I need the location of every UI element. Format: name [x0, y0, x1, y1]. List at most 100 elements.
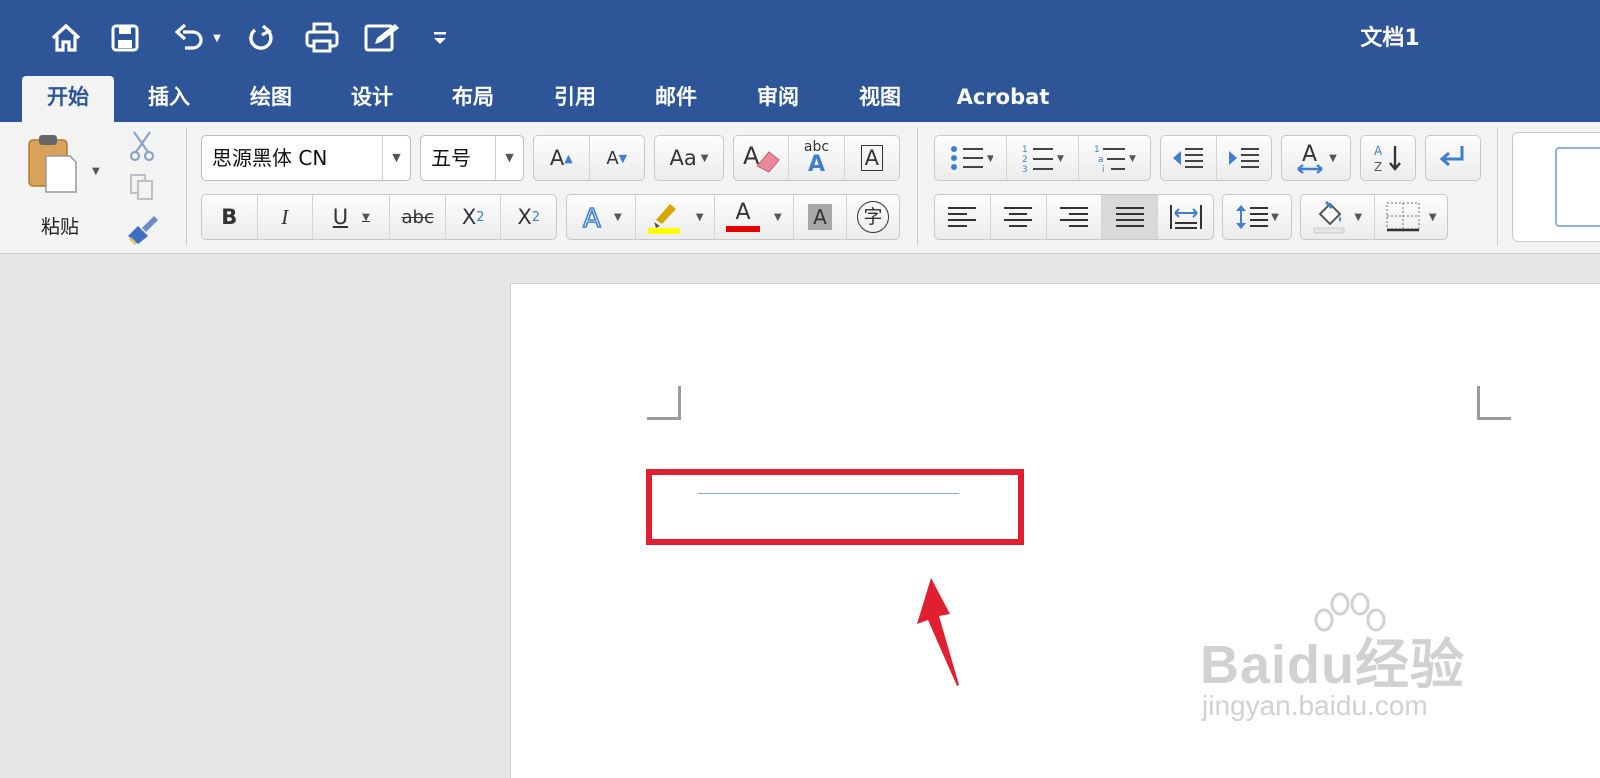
- tab-references[interactable]: 引用: [540, 76, 610, 122]
- font-size-select[interactable]: 五号 ▼: [420, 135, 524, 181]
- format-painter-icon[interactable]: [124, 214, 160, 246]
- customize-icon[interactable]: [428, 18, 452, 58]
- line-spacing-button[interactable]: ▼: [1223, 195, 1291, 239]
- highlight-color-button[interactable]: ▼: [636, 195, 715, 239]
- svg-text:A: A: [1374, 144, 1383, 158]
- styles-gallery[interactable]: [1512, 132, 1600, 242]
- enclose-characters-button[interactable]: 字: [847, 195, 899, 239]
- font-family-select[interactable]: 思源黑体 CN ▼: [201, 135, 411, 181]
- print-icon[interactable]: [302, 18, 342, 58]
- tab-view[interactable]: 视图: [845, 76, 915, 122]
- indent-group: [1160, 135, 1272, 181]
- paste-dropdown-icon[interactable]: ▼: [92, 166, 100, 177]
- strikethrough-button[interactable]: abc: [390, 195, 446, 239]
- bold-button[interactable]: B: [202, 195, 258, 239]
- svg-text:1: 1: [1094, 145, 1100, 155]
- tab-mailings[interactable]: 邮件: [641, 76, 711, 122]
- justify-button[interactable]: [1102, 195, 1159, 239]
- tab-review[interactable]: 审阅: [743, 76, 813, 122]
- change-case-button[interactable]: Aa ▼: [655, 136, 723, 180]
- clear-format-group: A abc A A: [733, 135, 900, 181]
- edit-icon[interactable]: [362, 18, 402, 58]
- phonetic-guide-button[interactable]: abc A: [789, 136, 845, 180]
- character-border-label: A: [860, 145, 883, 171]
- borders-button[interactable]: ▼: [1375, 195, 1448, 239]
- shading-button[interactable]: ▼: [1301, 195, 1375, 239]
- decrease-indent-icon: [1173, 148, 1204, 168]
- svg-text:A: A: [583, 204, 601, 232]
- watermark: Baidu经验 jingyan.baidu.com: [1200, 590, 1500, 730]
- enclose-label: 字: [856, 201, 889, 233]
- text-direction-button[interactable]: A ▼: [1282, 136, 1350, 180]
- tab-layout[interactable]: 布局: [438, 76, 508, 122]
- justify-icon: [1115, 207, 1144, 227]
- list-group: ▼ 1 2 3 ▼ 1 a i ▼: [934, 135, 1151, 181]
- tab-draw[interactable]: 绘图: [236, 76, 306, 122]
- align-right-icon: [1059, 207, 1088, 227]
- align-center-icon: [1004, 207, 1033, 227]
- bullets-button[interactable]: ▼: [935, 136, 1007, 180]
- tab-acrobat[interactable]: Acrobat: [946, 76, 1060, 122]
- distributed-button[interactable]: [1158, 195, 1213, 239]
- home-icon[interactable]: [48, 18, 84, 58]
- align-left-button[interactable]: [935, 195, 991, 239]
- italic-button[interactable]: I: [258, 195, 314, 239]
- font-style-group: B I U ▼ abc X2 X2: [201, 194, 557, 240]
- redo-icon[interactable]: [244, 18, 278, 58]
- decrease-indent-button[interactable]: [1161, 136, 1217, 180]
- highlighter-icon: [647, 204, 680, 234]
- distributed-icon: [1169, 205, 1202, 229]
- change-case-group: Aa ▼: [654, 135, 724, 181]
- tab-home[interactable]: 开始: [22, 76, 114, 122]
- font-color-button[interactable]: A ▼: [715, 195, 794, 239]
- show-formatting-marks-button[interactable]: [1426, 136, 1480, 180]
- divider: [917, 128, 918, 246]
- underline-button[interactable]: U ▼: [313, 195, 391, 239]
- strikethrough-label: abc: [401, 206, 434, 228]
- multilevel-list-button[interactable]: 1 a i ▼: [1079, 136, 1150, 180]
- tab-insert[interactable]: 插入: [134, 76, 204, 122]
- svg-text:a: a: [1098, 155, 1104, 165]
- sort-button[interactable]: AZ: [1361, 136, 1415, 180]
- subscript-button[interactable]: X2: [446, 195, 502, 239]
- cut-icon[interactable]: [126, 130, 158, 162]
- svg-text:2: 2: [1022, 155, 1028, 165]
- subscript-label: X: [461, 205, 477, 229]
- style-thumbnail[interactable]: [1555, 147, 1600, 227]
- grow-font-button[interactable]: A ▲: [534, 136, 590, 180]
- chevron-down-icon[interactable]: ▼: [382, 136, 410, 180]
- ribbon: ▼ 粘贴 思源黑体 CN ▼ 五号 ▼ A ▲ A ▼ Aa ▼ A abc A A …: [0, 122, 1600, 254]
- clear-formatting-button[interactable]: A: [734, 136, 790, 180]
- paste-button[interactable]: ▼ 粘贴: [22, 132, 106, 238]
- character-shading-label: A: [808, 204, 832, 230]
- text-effects-button[interactable]: A ▼: [567, 195, 636, 239]
- tab-design[interactable]: 设计: [337, 76, 407, 122]
- align-right-button[interactable]: [1047, 195, 1103, 239]
- copy-icon[interactable]: [128, 172, 156, 202]
- svg-text:i: i: [1102, 165, 1105, 173]
- margin-corner-mark: [647, 386, 681, 420]
- multilevel-list-icon: 1ai ▼: [1094, 145, 1136, 173]
- svg-text:1: 1: [1022, 145, 1028, 155]
- align-center-button[interactable]: [991, 195, 1047, 239]
- watermark-url: jingyan.baidu.com: [1202, 690, 1428, 721]
- phonetic-bottom: A: [807, 152, 825, 177]
- divider: [186, 128, 187, 246]
- chevron-down-icon[interactable]: ▼: [213, 33, 221, 44]
- shrink-font-button[interactable]: A ▼: [590, 136, 645, 180]
- undo-icon[interactable]: ▼: [166, 18, 228, 58]
- numbering-button[interactable]: 1 2 3 ▼: [1007, 136, 1079, 180]
- bold-label: B: [221, 205, 238, 229]
- bullets-icon: ▼: [950, 146, 993, 170]
- svg-text:Z: Z: [1374, 160, 1382, 174]
- increase-indent-button[interactable]: [1217, 136, 1272, 180]
- shading-border-group: ▼ ▼: [1300, 194, 1448, 240]
- character-shading-button[interactable]: A: [794, 195, 847, 239]
- save-icon[interactable]: [108, 18, 142, 58]
- text-effects-icon: A: [582, 203, 602, 232]
- alignment-group: [934, 194, 1214, 240]
- character-border-button[interactable]: A: [845, 136, 899, 180]
- superscript-button[interactable]: X2: [501, 195, 556, 239]
- increase-indent-icon: [1228, 148, 1259, 168]
- chevron-down-icon[interactable]: ▼: [495, 136, 523, 180]
